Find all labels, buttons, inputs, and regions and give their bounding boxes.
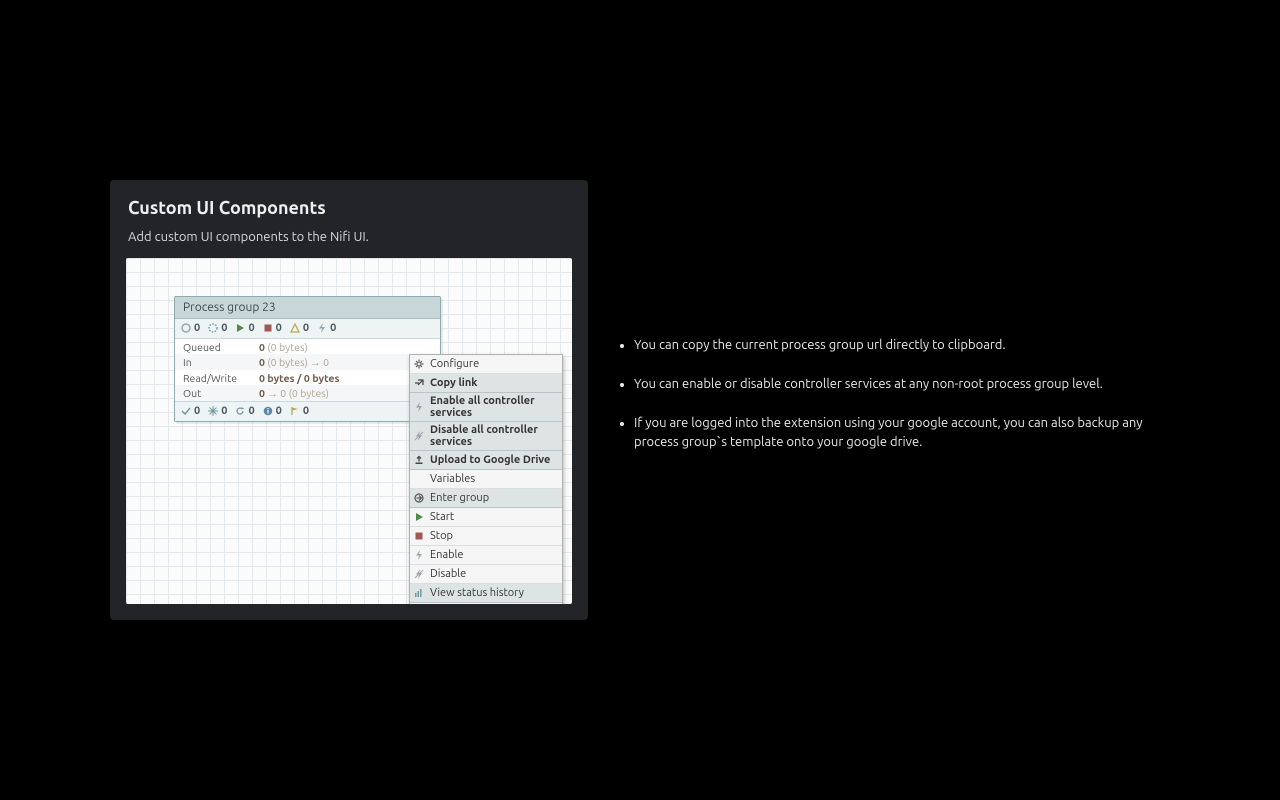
feature-bullet: You can copy the current process group u…	[634, 336, 1156, 355]
nifi-canvas: Process group 23 0 0 0 0 0 0 Queued0 (0 bytes…	[126, 258, 572, 604]
footer-count: 0	[221, 405, 227, 417]
status-count: 0	[221, 322, 227, 334]
menu-item-start[interactable]: Start	[410, 508, 562, 527]
stats-label: Read/Write	[175, 370, 251, 385]
bolt-off-icon	[414, 431, 424, 441]
bolt-off-icon	[414, 569, 424, 579]
menu-item-label: Disable	[430, 568, 466, 580]
status-count: 0	[276, 322, 282, 334]
stats-value: 0 (0 bytes)	[251, 339, 440, 354]
menu-item-label: Enable all controller services	[430, 395, 556, 419]
process-group[interactable]: Process group 23 0 0 0 0 0 0 Queued0 (0 bytes…	[174, 296, 441, 422]
bulletin-icon	[290, 406, 300, 416]
card-title: Custom UI Components	[128, 198, 572, 218]
link-icon	[414, 378, 424, 388]
menu-item-enable[interactable]: Enable	[410, 546, 562, 565]
menu-item-disable[interactable]: Disable	[410, 565, 562, 584]
menu-item-label: Enable	[430, 549, 464, 561]
footer-count: 0	[303, 405, 309, 417]
feature-bullets: You can copy the current process group u…	[616, 336, 1156, 471]
upload-icon	[414, 455, 424, 465]
feature-bullet: If you are logged into the extension usi…	[634, 414, 1156, 452]
chart-icon	[414, 588, 424, 598]
disabled-icon	[317, 323, 327, 333]
feature-bullet: You can enable or disable controller ser…	[634, 375, 1156, 394]
locally-modified-icon	[208, 406, 218, 416]
menu-item-label: Start	[430, 511, 454, 523]
not-transmitting-icon	[208, 323, 218, 333]
stop-icon	[414, 531, 424, 541]
stats-label: In	[175, 354, 251, 370]
menu-item-view-connections[interactable]: View connections	[410, 603, 562, 604]
menu-item-label: Configure	[430, 358, 479, 370]
menu-item-enter-group[interactable]: Enter group	[410, 489, 562, 508]
up-to-date-icon	[181, 406, 191, 416]
running-icon	[235, 323, 245, 333]
footer-count: 0	[194, 405, 200, 417]
menu-item-label: Copy link	[430, 377, 477, 389]
context-menu: Configure Copy link Enable all controller …	[409, 354, 563, 604]
card-description: Add custom UI components to the Nifi UI.	[128, 230, 572, 244]
menu-item-stop[interactable]: Stop	[410, 527, 562, 546]
bolt-icon	[414, 402, 424, 412]
enter-icon	[414, 493, 424, 503]
menu-item-label: Stop	[430, 530, 453, 542]
menu-item-upload-to-google-drive[interactable]: Upload to Google Drive	[410, 451, 562, 470]
menu-item-label: Disable all controller services	[430, 424, 556, 448]
gear-icon	[414, 359, 424, 369]
menu-item-enable-all-controller-services[interactable]: Enable all controller services	[410, 393, 562, 422]
transmitting-icon	[181, 323, 191, 333]
menu-item-label: Enter group	[430, 492, 489, 504]
stats-label: Out	[175, 385, 251, 401]
info-icon	[263, 406, 273, 416]
menu-item-label: Upload to Google Drive	[430, 454, 550, 466]
process-group-title: Process group 23	[175, 297, 440, 319]
menu-item-copy-link[interactable]: Copy link	[410, 374, 562, 393]
menu-item-view-status-history[interactable]: View status history	[410, 584, 562, 603]
menu-item-label: View status history	[430, 587, 524, 599]
menu-item-disable-all-controller-services[interactable]: Disable all controller services	[410, 422, 562, 451]
process-group-stats-table: Queued0 (0 bytes)In0 (0 bytes) → 0Read/W…	[175, 339, 440, 401]
menu-item-configure[interactable]: Configure	[410, 355, 562, 374]
stats-label: Queued	[175, 339, 251, 354]
status-count: 0	[330, 322, 336, 334]
stats-row: In0 (0 bytes) → 0	[175, 354, 440, 370]
invalid-icon	[290, 323, 300, 333]
stats-row: Queued0 (0 bytes)	[175, 339, 440, 354]
sync-icon	[235, 406, 245, 416]
feature-card: Custom UI Components Add custom UI compo…	[110, 180, 588, 620]
footer-count: 0	[276, 405, 282, 417]
stats-row: Out0 → 0 (0 bytes)	[175, 385, 440, 401]
menu-item-label: Variables	[430, 473, 475, 485]
footer-count: 0	[248, 405, 254, 417]
play-icon	[414, 512, 424, 522]
stopped-icon	[263, 323, 273, 333]
process-group-footer-bar: 0 0 0 0 0	[175, 401, 440, 421]
menu-item-variables[interactable]: Variables	[410, 470, 562, 489]
status-count: 0	[194, 322, 200, 334]
bolt-icon	[414, 550, 424, 560]
process-group-status-bar: 0 0 0 0 0 0	[175, 319, 440, 339]
status-count: 0	[303, 322, 309, 334]
status-count: 0	[248, 322, 254, 334]
stats-row: Read/Write0 bytes / 0 bytes	[175, 370, 440, 385]
